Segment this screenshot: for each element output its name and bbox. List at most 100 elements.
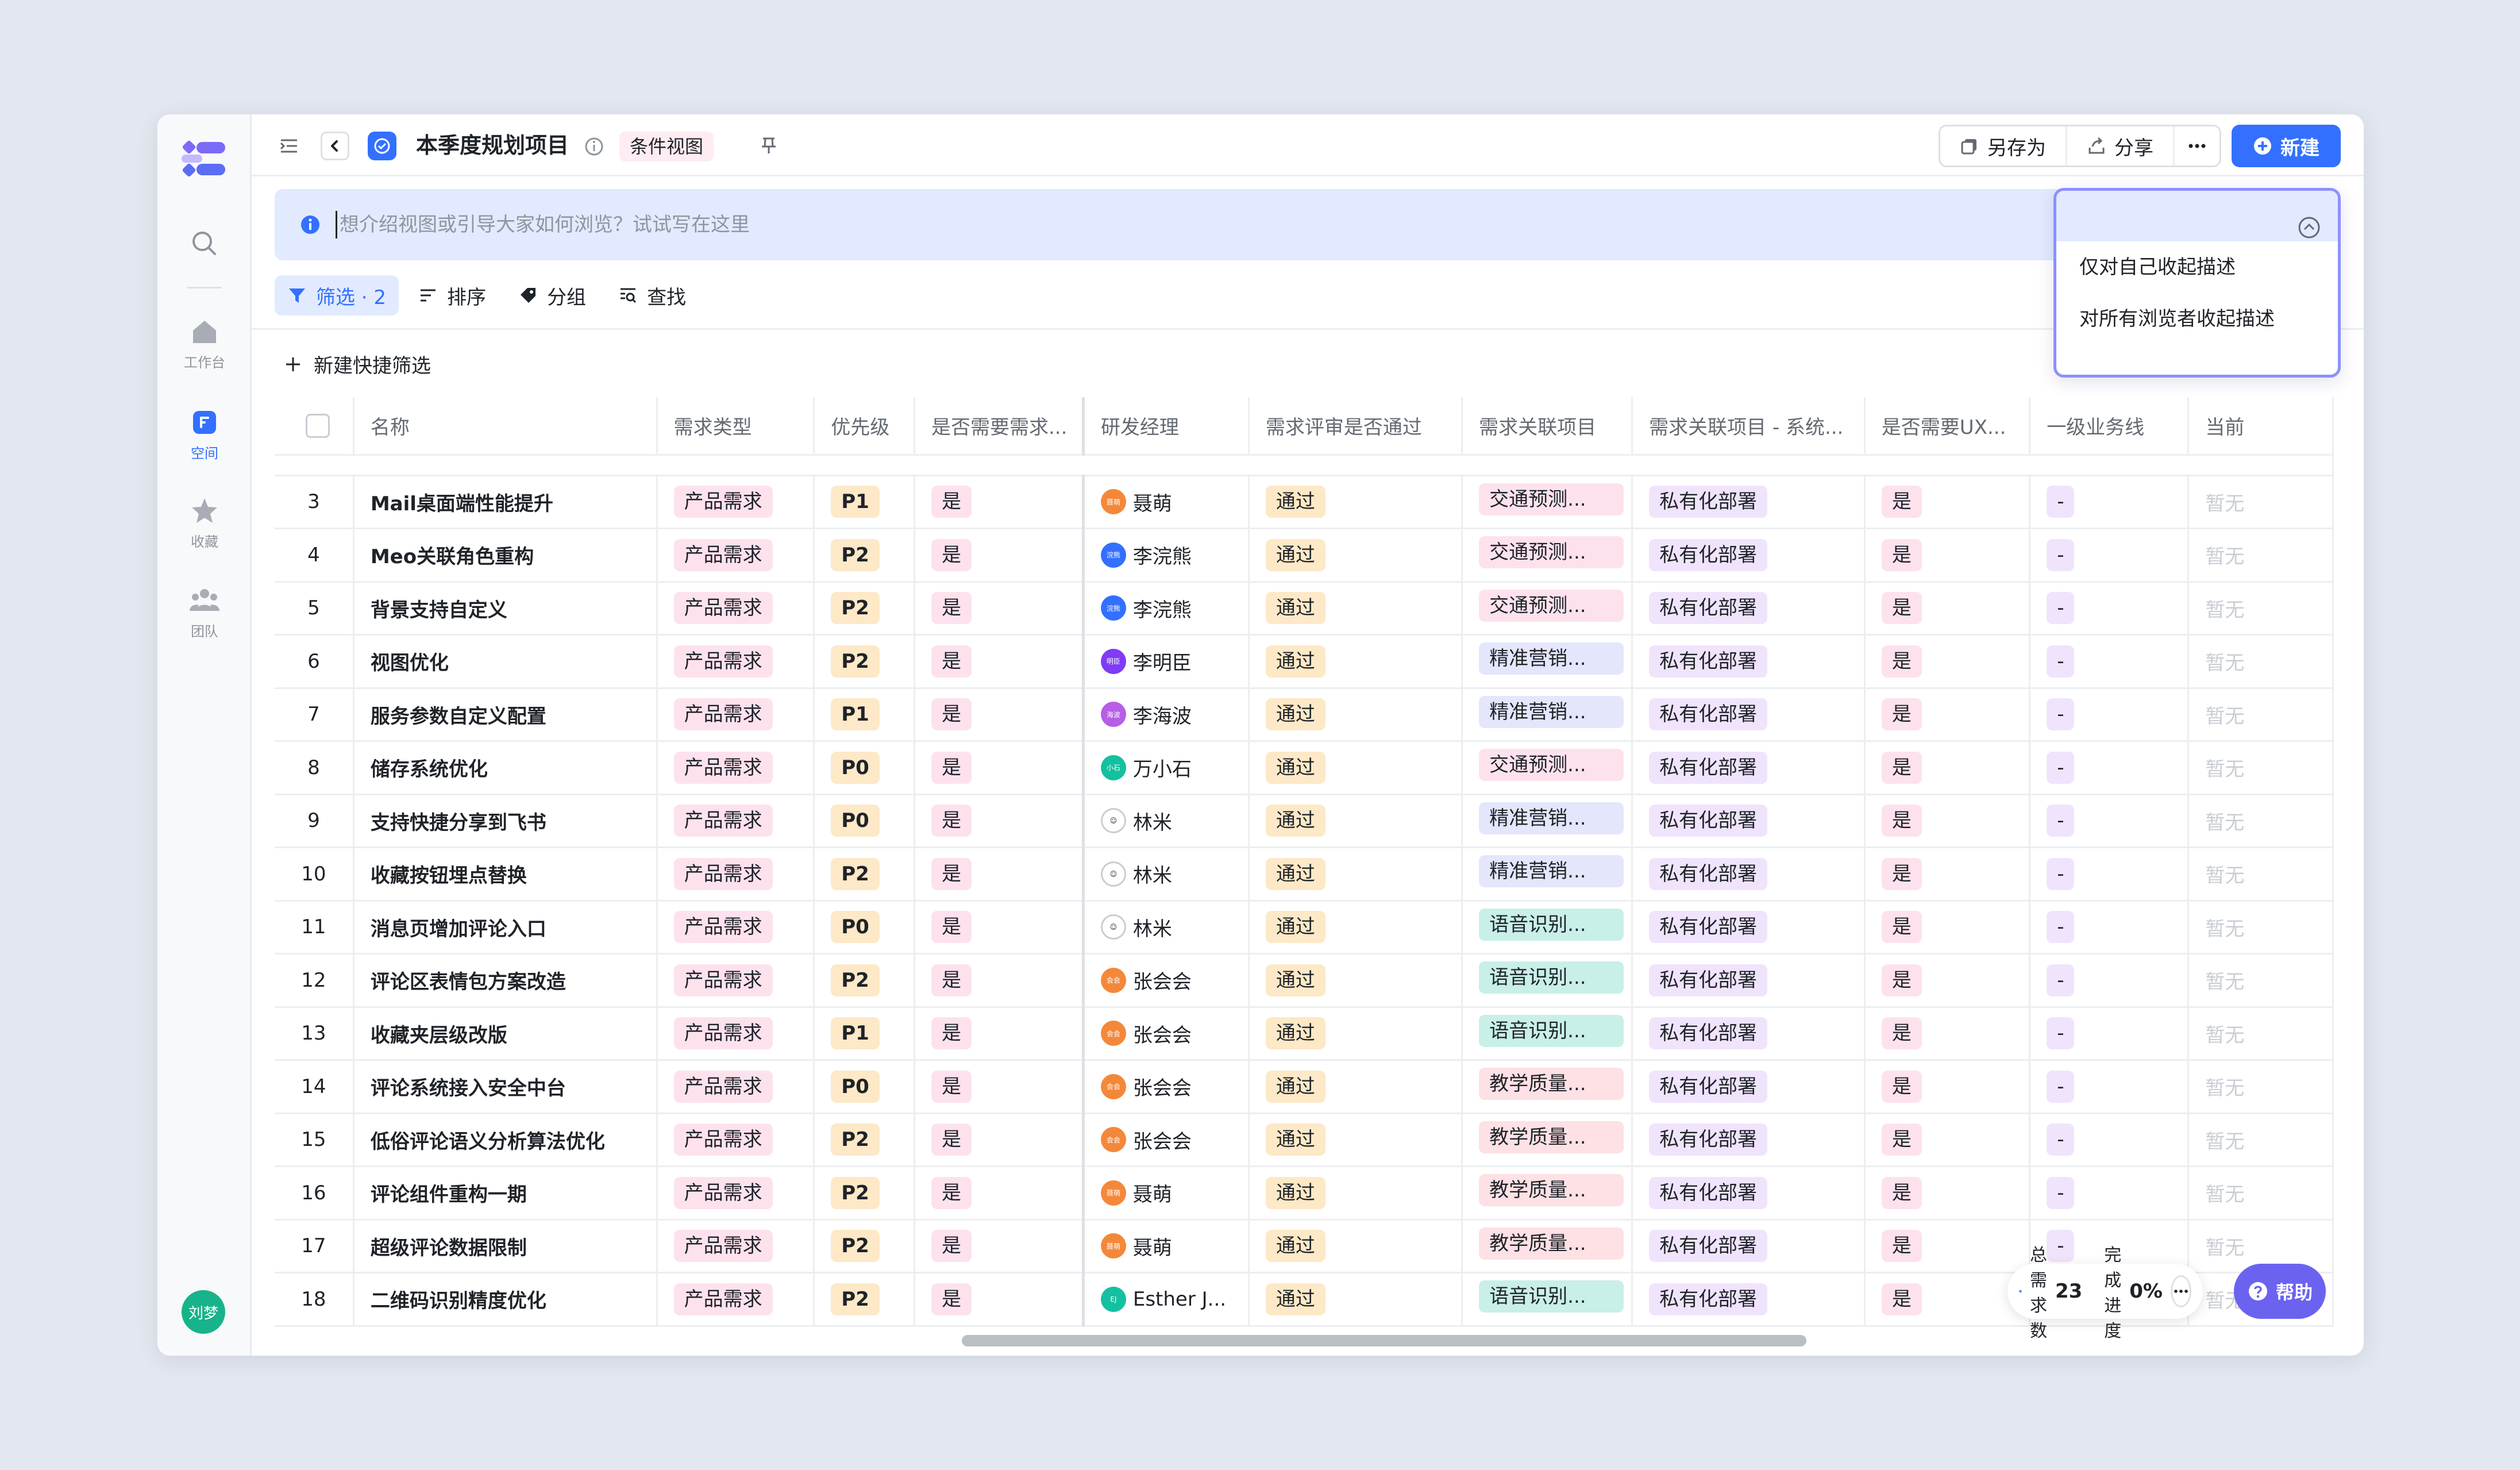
priority-cell[interactable]: P1 <box>814 1007 915 1061</box>
project-cell[interactable]: 交通预测... <box>1462 475 1633 529</box>
business-line-cell[interactable]: - <box>2029 1007 2190 1061</box>
priority-cell[interactable]: P2 <box>814 1166 915 1221</box>
type-cell[interactable]: 产品需求 <box>657 1166 815 1221</box>
current-cell[interactable]: 暂无 <box>2188 634 2334 689</box>
project-cell[interactable]: 语音识别... <box>1462 901 1633 955</box>
type-cell[interactable]: 产品需求 <box>657 1007 815 1061</box>
project-cell[interactable]: 教学质量... <box>1462 1060 1633 1114</box>
need-cell[interactable]: 是 <box>914 528 1085 583</box>
manager-cell[interactable]: 会会 张会会 <box>1083 1007 1250 1061</box>
system-cell[interactable]: 私有化部署 <box>1632 1113 1866 1167</box>
review-cell[interactable]: 通过 <box>1249 634 1463 689</box>
select-all-cell[interactable] <box>275 397 355 456</box>
review-cell[interactable]: 通过 <box>1249 688 1463 742</box>
manager-cell[interactable]: ☺ 林米 <box>1083 794 1250 848</box>
priority-cell[interactable]: P2 <box>814 953 915 1008</box>
type-cell[interactable]: 产品需求 <box>657 741 815 795</box>
system-cell[interactable]: 私有化部署 <box>1632 1007 1866 1061</box>
project-cell[interactable]: 精准营销... <box>1462 847 1633 902</box>
find-button[interactable]: 查找 <box>606 275 699 315</box>
table-row[interactable]: 14 评论系统接入安全中台 产品需求 P0 是会会 张会会 通过 教学质量... 私有化部署是 -… <box>275 1060 2334 1114</box>
column-header[interactable]: 需求关联项目 <box>1462 397 1633 456</box>
review-cell[interactable]: 通过 <box>1249 901 1463 955</box>
select-all-checkbox[interactable] <box>306 413 330 438</box>
table-row[interactable]: 13 收藏夹层级改版 产品需求 P1 是会会 张会会 通过 语音识别... 私有化部署是 - 暂无 <box>275 1007 2334 1061</box>
project-cell[interactable]: 精准营销... <box>1462 794 1633 848</box>
need-cell[interactable]: 是 <box>914 794 1085 848</box>
ux-cell[interactable]: 是 <box>1864 634 2031 689</box>
review-cell[interactable]: 通过 <box>1249 794 1463 848</box>
business-line-cell[interactable]: - <box>2029 953 2190 1008</box>
type-cell[interactable]: 产品需求 <box>657 1113 815 1167</box>
need-cell[interactable]: 是 <box>914 634 1085 689</box>
priority-cell[interactable]: P0 <box>814 1060 915 1114</box>
business-line-cell[interactable]: - <box>2029 528 2190 583</box>
priority-cell[interactable]: P1 <box>814 688 915 742</box>
need-cell[interactable]: 是 <box>914 475 1085 529</box>
review-cell[interactable]: 通过 <box>1249 953 1463 1008</box>
need-cell[interactable]: 是 <box>914 901 1085 955</box>
sidebar-toggle-icon[interactable] <box>275 132 303 160</box>
current-cell[interactable]: 暂无 <box>2188 582 2334 636</box>
table-row[interactable]: 6 视图优化 产品需求 P2 是明臣 李明臣 通过 精准营销... 私有化部署是 - 暂无 <box>275 634 2334 689</box>
rail-item-team[interactable]: 团队 <box>157 584 252 640</box>
rail-item-favorites[interactable]: 收藏 <box>157 495 252 551</box>
chevron-up-icon[interactable] <box>2296 215 2322 240</box>
table-row[interactable]: 7 服务参数自定义配置 产品需求 P1 是海波 李海波 通过 精准营销... 私有化部署是 - 暂无 <box>275 688 2334 742</box>
name-cell[interactable]: 支持快捷分享到飞书 <box>353 794 658 848</box>
ux-cell[interactable]: 是 <box>1864 794 2031 848</box>
table-row[interactable]: 11 消息页增加评论入口 产品需求 P0 是 ☺ 林米 通过 语音识别... 私有化部署是 - 暂无 <box>275 901 2334 955</box>
business-line-cell[interactable]: - <box>2029 1113 2190 1167</box>
more-button[interactable] <box>2173 126 2220 166</box>
business-line-cell[interactable]: - <box>2029 582 2190 636</box>
priority-cell[interactable]: P2 <box>814 1113 915 1167</box>
table-row[interactable]: 4 Meo关联角色重构 产品需求 P2 是浣熊 李浣熊 通过 交通预测... 私有化部署是 - 暂无 <box>275 528 2334 583</box>
system-cell[interactable]: 私有化部署 <box>1632 1272 1866 1327</box>
need-cell[interactable]: 是 <box>914 1219 1085 1273</box>
name-cell[interactable]: 二维码识别精度优化 <box>353 1272 658 1327</box>
filter-button[interactable]: 筛选 · 2 <box>275 275 399 315</box>
app-logo[interactable] <box>179 140 228 178</box>
manager-cell[interactable]: ☺ 林米 <box>1083 901 1250 955</box>
ux-cell[interactable]: 是 <box>1864 901 2031 955</box>
need-cell[interactable]: 是 <box>914 847 1085 902</box>
stats-more-button[interactable] <box>2171 1275 2191 1307</box>
project-cell[interactable]: 语音识别... <box>1462 1007 1633 1061</box>
manager-cell[interactable]: 会会 张会会 <box>1083 953 1250 1008</box>
manager-cell[interactable]: 聂萌 聂萌 <box>1083 1219 1250 1273</box>
name-cell[interactable]: 评论组件重构一期 <box>353 1166 658 1221</box>
ux-cell[interactable]: 是 <box>1864 1166 2031 1221</box>
priority-cell[interactable]: P0 <box>814 794 915 848</box>
priority-cell[interactable]: P2 <box>814 634 915 689</box>
name-cell[interactable]: 评论区表情包方案改造 <box>353 953 658 1008</box>
description-placeholder[interactable]: 想介绍视图或引导大家如何浏览？试试写在这里 <box>336 211 750 238</box>
system-cell[interactable]: 私有化部署 <box>1632 741 1866 795</box>
priority-cell[interactable]: P0 <box>814 741 915 795</box>
priority-cell[interactable]: P2 <box>814 1272 915 1327</box>
project-cell[interactable]: 交通预测... <box>1462 528 1633 583</box>
business-line-cell[interactable]: - <box>2029 688 2190 742</box>
need-cell[interactable]: 是 <box>914 1166 1085 1221</box>
current-cell[interactable]: 暂无 <box>2188 741 2334 795</box>
ux-cell[interactable]: 是 <box>1864 1007 2031 1061</box>
type-cell[interactable]: 产品需求 <box>657 688 815 742</box>
system-cell[interactable]: 私有化部署 <box>1632 688 1866 742</box>
type-cell[interactable]: 产品需求 <box>657 634 815 689</box>
current-cell[interactable]: 暂无 <box>2188 1113 2334 1167</box>
manager-cell[interactable]: 浣熊 李浣熊 <box>1083 582 1250 636</box>
horizontal-scrollbar[interactable] <box>962 1335 1806 1346</box>
system-cell[interactable]: 私有化部署 <box>1632 847 1866 902</box>
search-icon[interactable] <box>188 227 220 259</box>
table-row[interactable]: 5 背景支持自定义 产品需求 P2 是浣熊 李浣熊 通过 交通预测... 私有化部署是 - 暂无 <box>275 582 2334 636</box>
current-cell[interactable]: 暂无 <box>2188 1166 2334 1221</box>
rail-item-space[interactable]: 空间 <box>157 406 252 462</box>
review-cell[interactable]: 通过 <box>1249 741 1463 795</box>
collapse-for-all-option[interactable]: 对所有浏览者收起描述 <box>2056 293 2338 345</box>
name-cell[interactable]: 收藏按钮埋点替换 <box>353 847 658 902</box>
current-cell[interactable]: 暂无 <box>2188 1060 2334 1114</box>
ux-cell[interactable]: 是 <box>1864 1272 2031 1327</box>
priority-cell[interactable]: P0 <box>814 901 915 955</box>
project-cell[interactable]: 交通预测... <box>1462 582 1633 636</box>
review-cell[interactable]: 通过 <box>1249 528 1463 583</box>
review-cell[interactable]: 通过 <box>1249 582 1463 636</box>
